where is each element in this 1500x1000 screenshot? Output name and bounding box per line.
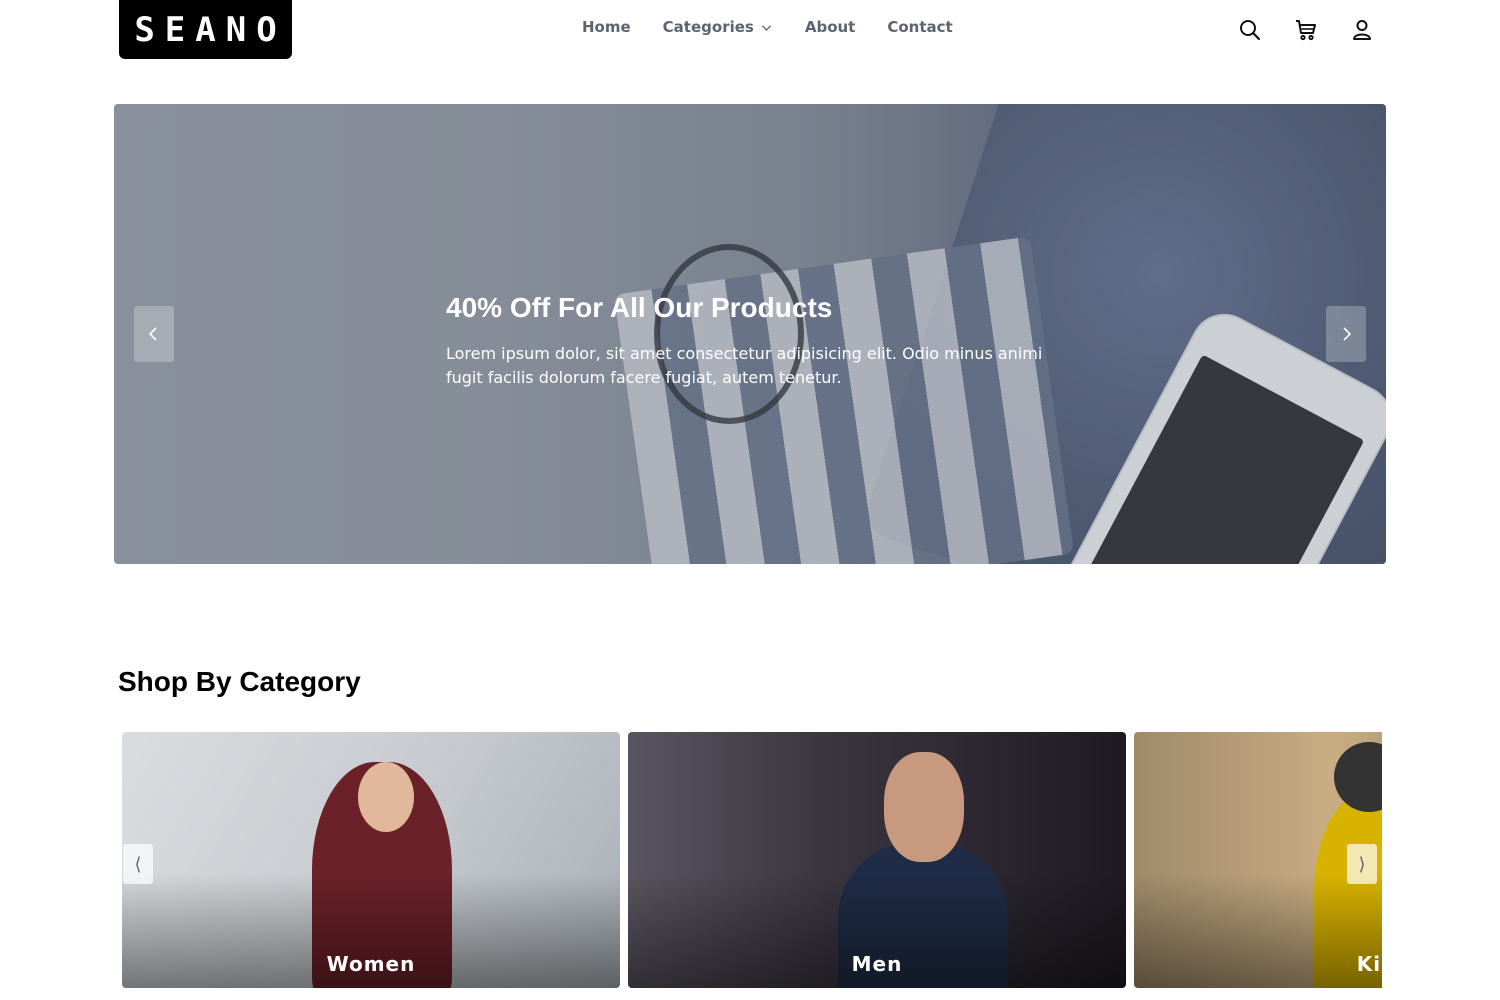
category-card-kids[interactable]: Kids xyxy=(1134,732,1382,988)
category-card-women[interactable]: Women xyxy=(122,732,620,988)
nav-home-label: Home xyxy=(582,18,631,36)
logo[interactable]: SEANO xyxy=(119,0,292,59)
category-label: Men xyxy=(851,952,903,976)
header-icons xyxy=(1236,16,1376,44)
search-icon xyxy=(1240,20,1261,41)
angle-left-icon: ⟨ xyxy=(134,853,142,875)
logo-text: SEANO xyxy=(134,9,287,50)
nav-about-label: About xyxy=(804,18,856,36)
hero-prev-button[interactable] xyxy=(134,306,174,362)
category-next-button[interactable]: ⟩ xyxy=(1347,844,1377,884)
hero-banner: 40% Off For All Our Products Lorem ipsum… xyxy=(114,104,1386,564)
chevron-right-icon xyxy=(1343,327,1352,341)
hero-text: 40% Off For All Our Products Lorem ipsum… xyxy=(446,292,1066,390)
chevron-down-icon xyxy=(761,24,771,31)
nav-categories-label: Categories xyxy=(662,18,754,36)
chevron-left-icon xyxy=(148,327,157,341)
category-card-shade xyxy=(628,732,1126,988)
hero-subtitle: Lorem ipsum dolor, sit amet consectetur … xyxy=(446,344,1043,387)
category-section-title: Shop By Category xyxy=(118,666,361,697)
user-icon xyxy=(1353,20,1371,40)
hero-next-button[interactable] xyxy=(1326,306,1366,362)
category-label: Women xyxy=(326,952,416,976)
nav-contact-link[interactable]: Contact xyxy=(887,18,952,36)
category-card-men[interactable]: Men xyxy=(628,732,1126,988)
main-nav: Home Categories About Contact xyxy=(582,18,953,36)
cart-button[interactable] xyxy=(1292,16,1320,44)
nav-contact-label: Contact xyxy=(887,18,953,36)
page: SEANO Home Categories About Contact 40% … xyxy=(0,0,1500,1000)
angle-right-icon: ⟩ xyxy=(1358,853,1366,875)
nav-categories-link[interactable]: Categories xyxy=(663,18,773,36)
category-carousel: Women Men Kids xyxy=(122,732,1382,988)
cart-icon xyxy=(1296,20,1316,41)
nav-about-link[interactable]: About xyxy=(805,18,856,36)
category-card-shade xyxy=(122,732,620,988)
category-label: Kids xyxy=(1356,952,1382,976)
category-card-shade xyxy=(1134,732,1382,988)
search-button[interactable] xyxy=(1236,16,1264,44)
nav-home-link[interactable]: Home xyxy=(582,18,631,36)
account-button[interactable] xyxy=(1348,16,1376,44)
category-prev-button[interactable]: ⟨ xyxy=(123,844,153,884)
hero-title: 40% Off For All Our Products xyxy=(446,292,833,323)
